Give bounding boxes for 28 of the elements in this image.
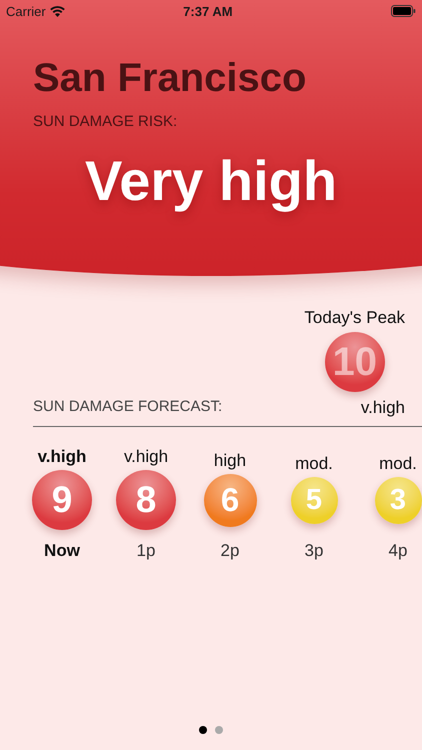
hour-time: Now	[44, 541, 80, 561]
hour-time: 1p	[136, 541, 156, 561]
risk-label: SUN DAMAGE RISK:	[33, 113, 178, 130]
battery-icon	[390, 5, 416, 17]
peak-rating: v.high	[360, 398, 405, 418]
city-title: San Francisco	[33, 55, 308, 102]
uv-index-badge: 8	[116, 470, 176, 530]
page-dot[interactable]	[199, 726, 207, 734]
hour-time: 2p	[220, 541, 240, 561]
forecast-label: SUN DAMAGE FORECAST:	[33, 398, 222, 417]
hour-rating: mod.	[295, 454, 333, 474]
peak-title: Today's Peak	[304, 308, 405, 328]
carrier-label: Carrier	[6, 4, 46, 18]
hour-time: 4p	[388, 541, 408, 561]
page-dot[interactable]	[215, 726, 223, 734]
hour-rating: mod.	[379, 454, 417, 474]
uv-index-badge: 5	[290, 476, 338, 524]
clock: 7:37 AM	[183, 4, 233, 18]
hour-time: 3p	[304, 541, 324, 561]
hour-rating: v.high	[124, 447, 168, 467]
uv-index-badge: 9	[32, 470, 92, 530]
uv-index-badge: 10	[324, 332, 385, 392]
uv-index-badge: 3	[374, 476, 422, 524]
wifi-icon	[50, 6, 65, 16]
uv-index-badge: 6	[204, 474, 256, 526]
hour-rating: v.high	[38, 447, 86, 467]
hour-rating: high	[214, 450, 246, 470]
risk-level: Very high	[84, 148, 338, 213]
